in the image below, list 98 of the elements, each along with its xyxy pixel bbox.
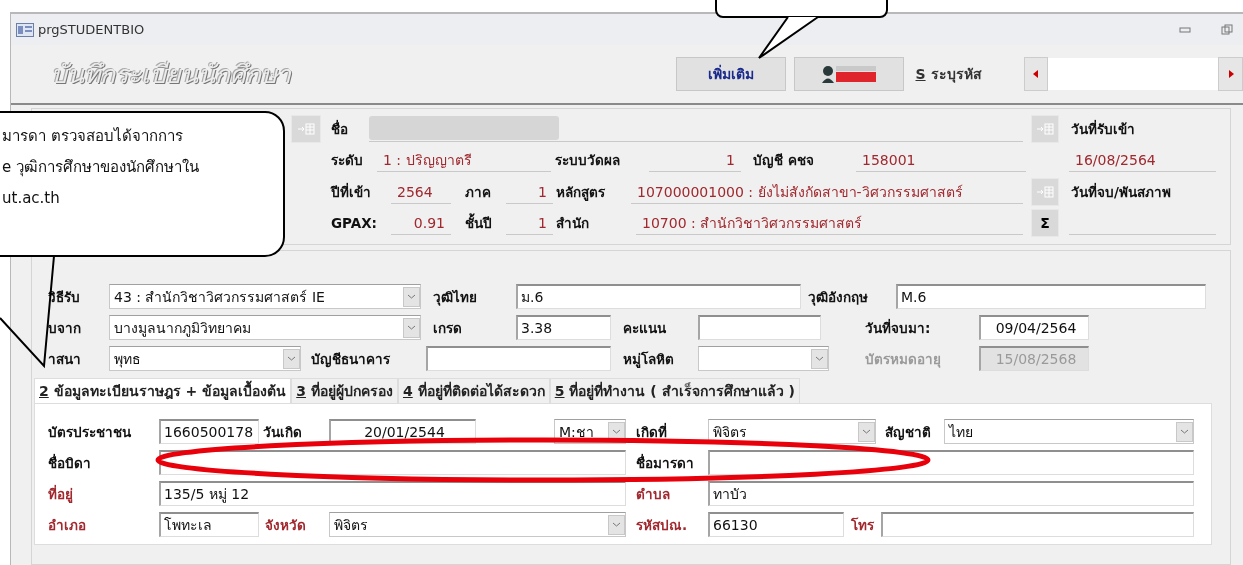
input-field[interactable]: 1660500178 xyxy=(159,419,259,444)
input-field[interactable] xyxy=(426,346,611,371)
field-value: 0.91 xyxy=(391,211,451,236)
right-arrow-icon xyxy=(1227,70,1234,78)
field-label: วุฒิอังกฤษ xyxy=(807,287,869,306)
dropdown-field[interactable]: 43 : สำนักวิชาวิศวกรรมศาสตร์ IE xyxy=(109,284,421,309)
previous-record-button[interactable] xyxy=(1023,57,1049,91)
field-label: บัตรหมดอายุ xyxy=(864,349,942,368)
field-value: 2564 xyxy=(391,179,451,204)
field-label: จังหวัด xyxy=(264,515,307,534)
input-field[interactable]: 09/04/2564 xyxy=(979,315,1089,340)
tab[interactable]: 2 ข้อมูลทะเบียนราษฎร + ข้อมูลเบื้องต้น xyxy=(34,378,292,403)
field-label: าสนา xyxy=(47,349,82,368)
field-label: รหัสปณ. xyxy=(635,515,689,534)
input-field[interactable]: 135/5 หมู่ 12 xyxy=(159,481,626,506)
field-value: 1 xyxy=(506,211,553,236)
field-label: ระดับ xyxy=(330,151,364,170)
field-label: เกรด xyxy=(432,318,463,337)
lookup-icon xyxy=(1036,184,1054,199)
field-label: GPAX: xyxy=(330,214,378,233)
caret-icon xyxy=(283,348,300,369)
field-value: 107000001000 : ยังไม่สังกัดสาขา-วิศวกรรมศาสตร์ xyxy=(631,179,1023,204)
field-label: ระบบวัดผล xyxy=(554,151,621,170)
input-field[interactable] xyxy=(159,450,626,475)
dropdown-field[interactable]: พิจิตร xyxy=(329,512,626,537)
field-label: วุฒิไทย xyxy=(432,287,478,306)
field-label: วันเกิด xyxy=(262,422,303,441)
field-label: ที่อยู่ xyxy=(47,484,74,503)
caret-icon xyxy=(858,421,875,442)
dropdown-field[interactable]: ไทย xyxy=(944,419,1194,444)
field-label: ภาค xyxy=(464,182,492,201)
caret-icon xyxy=(403,286,420,307)
field-label: ชื่อมารดา xyxy=(635,453,695,472)
sum-button[interactable]: Σ xyxy=(1031,209,1059,238)
field-label: บัญชี คชจ xyxy=(752,151,815,170)
field-label: คะแนน xyxy=(622,318,667,337)
field-value: 158001 xyxy=(856,148,1026,173)
callout-text: มารดา ตรวจสอบได้จากการ xyxy=(2,126,184,147)
field-label: สำนัก xyxy=(555,214,590,233)
search-label: S ระบุรหัส xyxy=(915,65,983,85)
field-label: สัญชาติ xyxy=(884,422,932,441)
field-label: อำเภอ xyxy=(47,515,87,534)
field-label: วันที่รับเข้า xyxy=(1070,119,1136,138)
field-label: ปีที่เข้า xyxy=(329,182,372,201)
student-search-icon xyxy=(821,65,878,83)
tab[interactable]: 3 ที่อยู่ผู้ปกครอง xyxy=(291,378,398,403)
field-value: 1 xyxy=(649,148,741,173)
field-label: บัญชีธนาคาร xyxy=(310,349,391,368)
field-label: หลักสูตร xyxy=(555,182,606,201)
field-label: หมู่โลหิต xyxy=(622,349,675,368)
lookup-icon xyxy=(297,121,315,136)
input-field[interactable] xyxy=(881,512,1194,537)
next-record-button[interactable] xyxy=(1218,57,1243,91)
left-arrow-icon xyxy=(1033,70,1040,78)
tab[interactable]: 4 ที่อยู่ที่ติดต่อได้สะดวก xyxy=(398,378,550,403)
window-title: prgSTUDENTBIO xyxy=(38,22,145,37)
field-label: ชั้นปี xyxy=(464,214,493,233)
form-heading: บันทึกระเบียนนักศึกษา xyxy=(51,59,293,91)
field-value: 10700 : สำนักวิชาวิศวกรรมศาสตร์ xyxy=(636,211,1023,236)
input-field[interactable]: M.6 xyxy=(896,284,1206,309)
callout-text: e วุฒิการศึกษาของนักศึกษาใน xyxy=(2,157,200,179)
input-field[interactable]: ม.6 xyxy=(516,284,801,309)
field-label: เกิดที่ xyxy=(635,422,668,441)
field-label: ชื่อ xyxy=(330,119,349,138)
minimize-icon[interactable] xyxy=(1179,25,1191,34)
field-label: ตำบล xyxy=(635,484,671,503)
tab[interactable]: 5 ที่อยู่ที่ทำงาน ( สำเร็จการศึกษาแล้ว ) xyxy=(549,378,800,403)
caret-icon xyxy=(608,514,625,535)
callout-pointer xyxy=(758,16,820,60)
input-field[interactable]: ทาบัว xyxy=(708,481,1194,506)
field-label: วันที่จบมา: xyxy=(864,318,932,337)
field-value: 16/08/2564 xyxy=(1069,148,1216,173)
dropdown-field[interactable]: บางมูลนากภูมิวิทยาคม xyxy=(109,315,421,340)
caret-icon xyxy=(403,317,420,338)
add-more-button[interactable]: เพิ่มเติม xyxy=(675,57,787,91)
dropdown-field[interactable]: พิจิตร xyxy=(708,419,876,444)
dropdown-field[interactable]: พุทธ xyxy=(109,346,301,371)
dropdown-field[interactable] xyxy=(698,346,829,371)
field-value: 1 : ปริญญาตรี xyxy=(377,148,551,173)
caret-icon xyxy=(1176,421,1193,442)
search-student-button[interactable] xyxy=(794,57,905,91)
field-label: ชื่อบิดา xyxy=(47,453,92,472)
input-field[interactable]: โพทะเล xyxy=(159,512,259,537)
field-label: โทร xyxy=(850,515,875,534)
field-label: วันที่จบ/พันสภาพ xyxy=(1070,182,1172,201)
input-field[interactable]: 3.38 xyxy=(516,315,611,340)
restore-icon[interactable] xyxy=(1221,23,1233,36)
callout-text: ut.ac.th xyxy=(2,188,61,209)
form-icon xyxy=(16,22,34,37)
input-field[interactable] xyxy=(698,315,821,340)
field-value: 1 xyxy=(506,179,553,204)
student-id-field[interactable] xyxy=(1048,58,1219,90)
field-label: บัตรประชาชน xyxy=(47,422,132,441)
field-label: บจาก xyxy=(47,318,82,337)
input-field[interactable] xyxy=(708,450,1194,475)
caret-icon xyxy=(811,348,828,369)
input-field[interactable]: 66130 xyxy=(708,512,844,537)
lookup-icon xyxy=(1036,121,1054,136)
